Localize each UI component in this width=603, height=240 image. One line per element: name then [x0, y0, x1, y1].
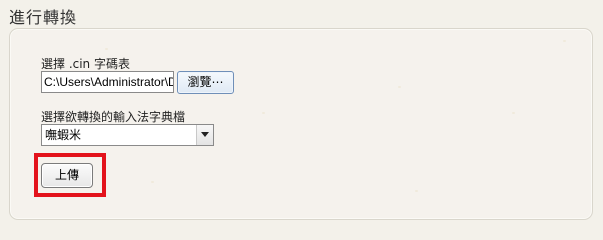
- file-path-input[interactable]: C:\Users\Administrator\Dro: [41, 71, 174, 93]
- section-title: 進行轉換: [9, 8, 78, 27]
- browse-button[interactable]: 瀏覽⋯: [177, 71, 234, 94]
- dictionary-select[interactable]: 嘸蝦米: [41, 124, 214, 146]
- dictionary-label: 選擇欲轉換的輸入法字典檔: [41, 110, 186, 124]
- dictionary-select-value: 嘸蝦米: [45, 128, 82, 142]
- chevron-down-icon: [201, 132, 209, 137]
- cin-file-label: 選擇 .cin 字碼表: [41, 57, 130, 71]
- dropdown-arrow[interactable]: [196, 125, 213, 145]
- upload-button[interactable]: 上傳: [41, 163, 93, 188]
